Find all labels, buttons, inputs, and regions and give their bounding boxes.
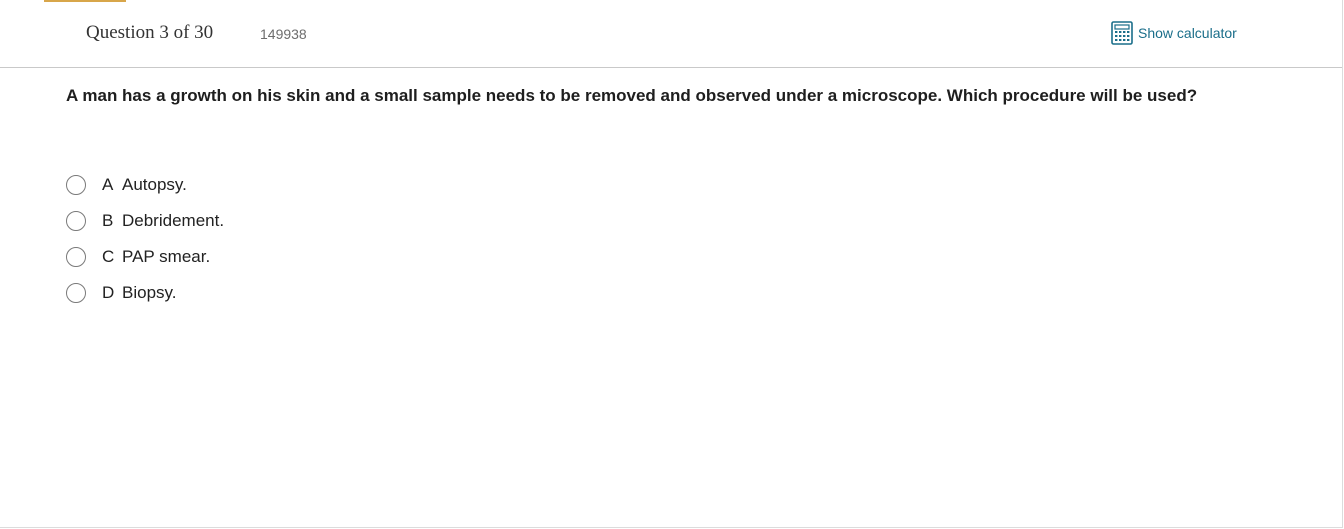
option-text: Biopsy. bbox=[122, 283, 177, 302]
option-text: Autopsy. bbox=[122, 175, 187, 194]
option-letter: C bbox=[102, 247, 115, 266]
calculator-icon bbox=[1111, 21, 1133, 45]
show-calculator-label: Show calculator bbox=[1138, 25, 1237, 41]
quiz-page: Question 3 of 30 149938 Show calculator … bbox=[0, 0, 1343, 528]
option-letter: B bbox=[102, 211, 114, 230]
question-stem: A man has a growth on his skin and a sma… bbox=[66, 86, 1198, 105]
question-counter: Question 3 of 30 bbox=[86, 22, 214, 43]
radio-button[interactable] bbox=[66, 247, 86, 267]
answer-option-d[interactable]: D Biopsy. bbox=[66, 275, 224, 311]
answer-option-a[interactable]: A Autopsy. bbox=[66, 167, 224, 203]
show-calculator-button[interactable]: Show calculator bbox=[1111, 21, 1237, 45]
radio-button[interactable] bbox=[66, 283, 86, 303]
option-letter: D bbox=[102, 283, 115, 302]
option-text: Debridement. bbox=[122, 211, 225, 230]
option-text: PAP smear. bbox=[122, 247, 211, 266]
question-header: Question 3 of 30 149938 Show calculator bbox=[0, 0, 1342, 68]
question-id: 149938 bbox=[260, 26, 307, 42]
radio-button[interactable] bbox=[66, 211, 86, 231]
radio-button[interactable] bbox=[66, 175, 86, 195]
answer-option-c[interactable]: C PAP smear. bbox=[66, 239, 224, 275]
option-letter: A bbox=[102, 175, 114, 194]
answer-option-b[interactable]: B Debridement. bbox=[66, 203, 224, 239]
answer-options: A Autopsy. B Debridement. C PAP smear. D… bbox=[66, 167, 224, 311]
